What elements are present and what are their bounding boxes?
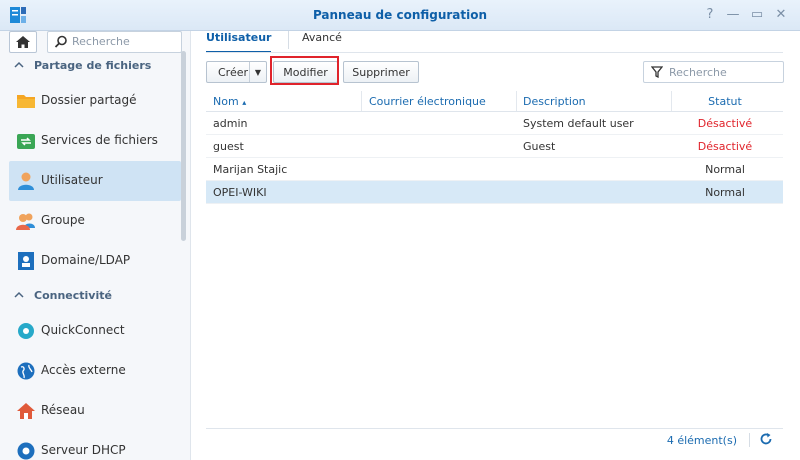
table-row[interactable]: guest Guest Désactivé <box>206 135 783 158</box>
cell-description: System default user <box>523 117 634 130</box>
column-header-status[interactable]: Statut <box>672 95 778 108</box>
sidebar-item-network[interactable]: Réseau <box>9 391 181 431</box>
modify-button-highlight <box>270 56 339 85</box>
home-button[interactable] <box>9 31 37 53</box>
cell-description: Guest <box>523 140 556 153</box>
column-header-description[interactable]: Description <box>523 95 586 108</box>
user-table: Nom ▴ Courrier électronique Description … <box>206 91 783 204</box>
table-row[interactable]: Marijan Stajic Normal <box>206 158 783 181</box>
title-bar: Panneau de configuration ? — ▭ ✕ <box>0 0 800 31</box>
sidebar-item-label: Groupe <box>41 213 85 227</box>
main-panel: Utilisateur Avancé Créer ▼ Modifier Supp… <box>191 31 800 460</box>
column-header-email[interactable]: Courrier électronique <box>369 95 486 108</box>
sidebar-item-shared-folder[interactable]: Dossier partagé <box>9 81 181 121</box>
section-label: Partage de fichiers <box>34 59 152 72</box>
domain-icon <box>18 252 34 270</box>
dropdown-arrow-icon[interactable]: ▼ <box>249 62 266 82</box>
cell-status: Normal <box>705 186 745 199</box>
sidebar: Recherche Partage de fichiers Dossier pa… <box>0 31 191 460</box>
cell-name: guest <box>213 140 244 153</box>
cell-name: Marijan Stajic <box>213 163 288 176</box>
chevron-up-icon <box>14 289 24 302</box>
sidebar-item-label: QuickConnect <box>41 323 125 337</box>
refresh-icon[interactable] <box>759 432 773 446</box>
sidebar-search-placeholder: Recherche <box>72 35 130 48</box>
sidebar-item-label: Utilisateur <box>41 173 103 187</box>
cell-name: OPEI-WIKI <box>213 186 267 199</box>
search-placeholder: Recherche <box>669 66 727 79</box>
sidebar-item-label: Services de fichiers <box>41 133 158 147</box>
delete-button[interactable]: Supprimer <box>343 61 419 83</box>
create-button-label: Créer <box>218 66 249 79</box>
item-count: 4 élément(s) <box>666 434 737 447</box>
sidebar-item-label: Dossier partagé <box>41 93 137 107</box>
sidebar-search-input[interactable]: Recherche <box>47 31 182 53</box>
tab-underline <box>206 52 783 53</box>
cell-status: Normal <box>705 163 745 176</box>
column-header-name[interactable]: Nom ▴ <box>213 95 246 108</box>
filter-icon <box>651 66 663 78</box>
search-icon <box>54 35 67 48</box>
sidebar-item-label: Serveur DHCP <box>41 443 126 457</box>
chevron-up-icon <box>14 59 24 72</box>
column-divider <box>361 91 362 111</box>
minimize-button[interactable]: — <box>724 6 742 24</box>
cell-name: admin <box>213 117 248 130</box>
dhcp-icon <box>17 442 35 460</box>
create-button[interactable]: Créer ▼ <box>206 61 267 83</box>
sidebar-item-user[interactable]: Utilisateur <box>9 161 181 201</box>
maximize-button[interactable]: ▭ <box>748 6 766 24</box>
cell-status: Désactivé <box>697 140 753 153</box>
section-file-sharing[interactable]: Partage de fichiers <box>0 55 182 77</box>
sort-ascending-icon: ▴ <box>242 98 247 107</box>
sidebar-item-file-services[interactable]: Services de fichiers <box>9 121 181 161</box>
folder-icon <box>17 95 35 108</box>
table-header: Nom ▴ Courrier électronique Description … <box>206 91 783 112</box>
section-connectivity[interactable]: Connectivité <box>0 285 182 307</box>
search-input[interactable]: Recherche <box>643 61 784 83</box>
footer-divider <box>749 433 750 447</box>
user-icon <box>18 172 34 190</box>
tab-advanced[interactable]: Avancé <box>302 31 342 51</box>
tab-divider <box>288 31 289 49</box>
tab-user[interactable]: Utilisateur <box>206 31 272 53</box>
window-title: Panneau de configuration <box>312 8 488 22</box>
sidebar-item-external-access[interactable]: Accès externe <box>9 351 181 391</box>
file-services-icon <box>17 134 35 149</box>
sidebar-item-label: Domaine/LDAP <box>41 253 131 267</box>
sidebar-item-group[interactable]: Groupe <box>9 201 181 241</box>
sidebar-item-label: Réseau <box>41 403 85 417</box>
sidebar-item-dhcp-server[interactable]: Serveur DHCP <box>9 431 181 460</box>
home-icon <box>16 36 30 48</box>
sidebar-item-domain-ldap[interactable]: Domaine/LDAP <box>9 241 181 281</box>
table-footer: 4 élément(s) <box>206 428 783 451</box>
column-header-label: Nom <box>213 95 239 108</box>
table-row-selected[interactable]: OPEI-WIKI Normal <box>206 181 783 204</box>
sidebar-item-label: Accès externe <box>41 363 126 377</box>
section-label: Connectivité <box>34 289 112 302</box>
cell-status: Désactivé <box>697 117 753 130</box>
network-icon <box>17 403 35 419</box>
globe-icon <box>17 362 35 380</box>
sidebar-item-quickconnect[interactable]: QuickConnect <box>9 311 181 351</box>
table-row[interactable]: admin System default user Désactivé <box>206 112 783 135</box>
help-button[interactable]: ? <box>701 6 719 24</box>
column-divider <box>516 91 517 111</box>
close-button[interactable]: ✕ <box>772 6 790 24</box>
sidebar-scrollbar[interactable] <box>181 51 186 241</box>
group-icon <box>16 213 35 230</box>
quickconnect-icon <box>18 323 34 339</box>
